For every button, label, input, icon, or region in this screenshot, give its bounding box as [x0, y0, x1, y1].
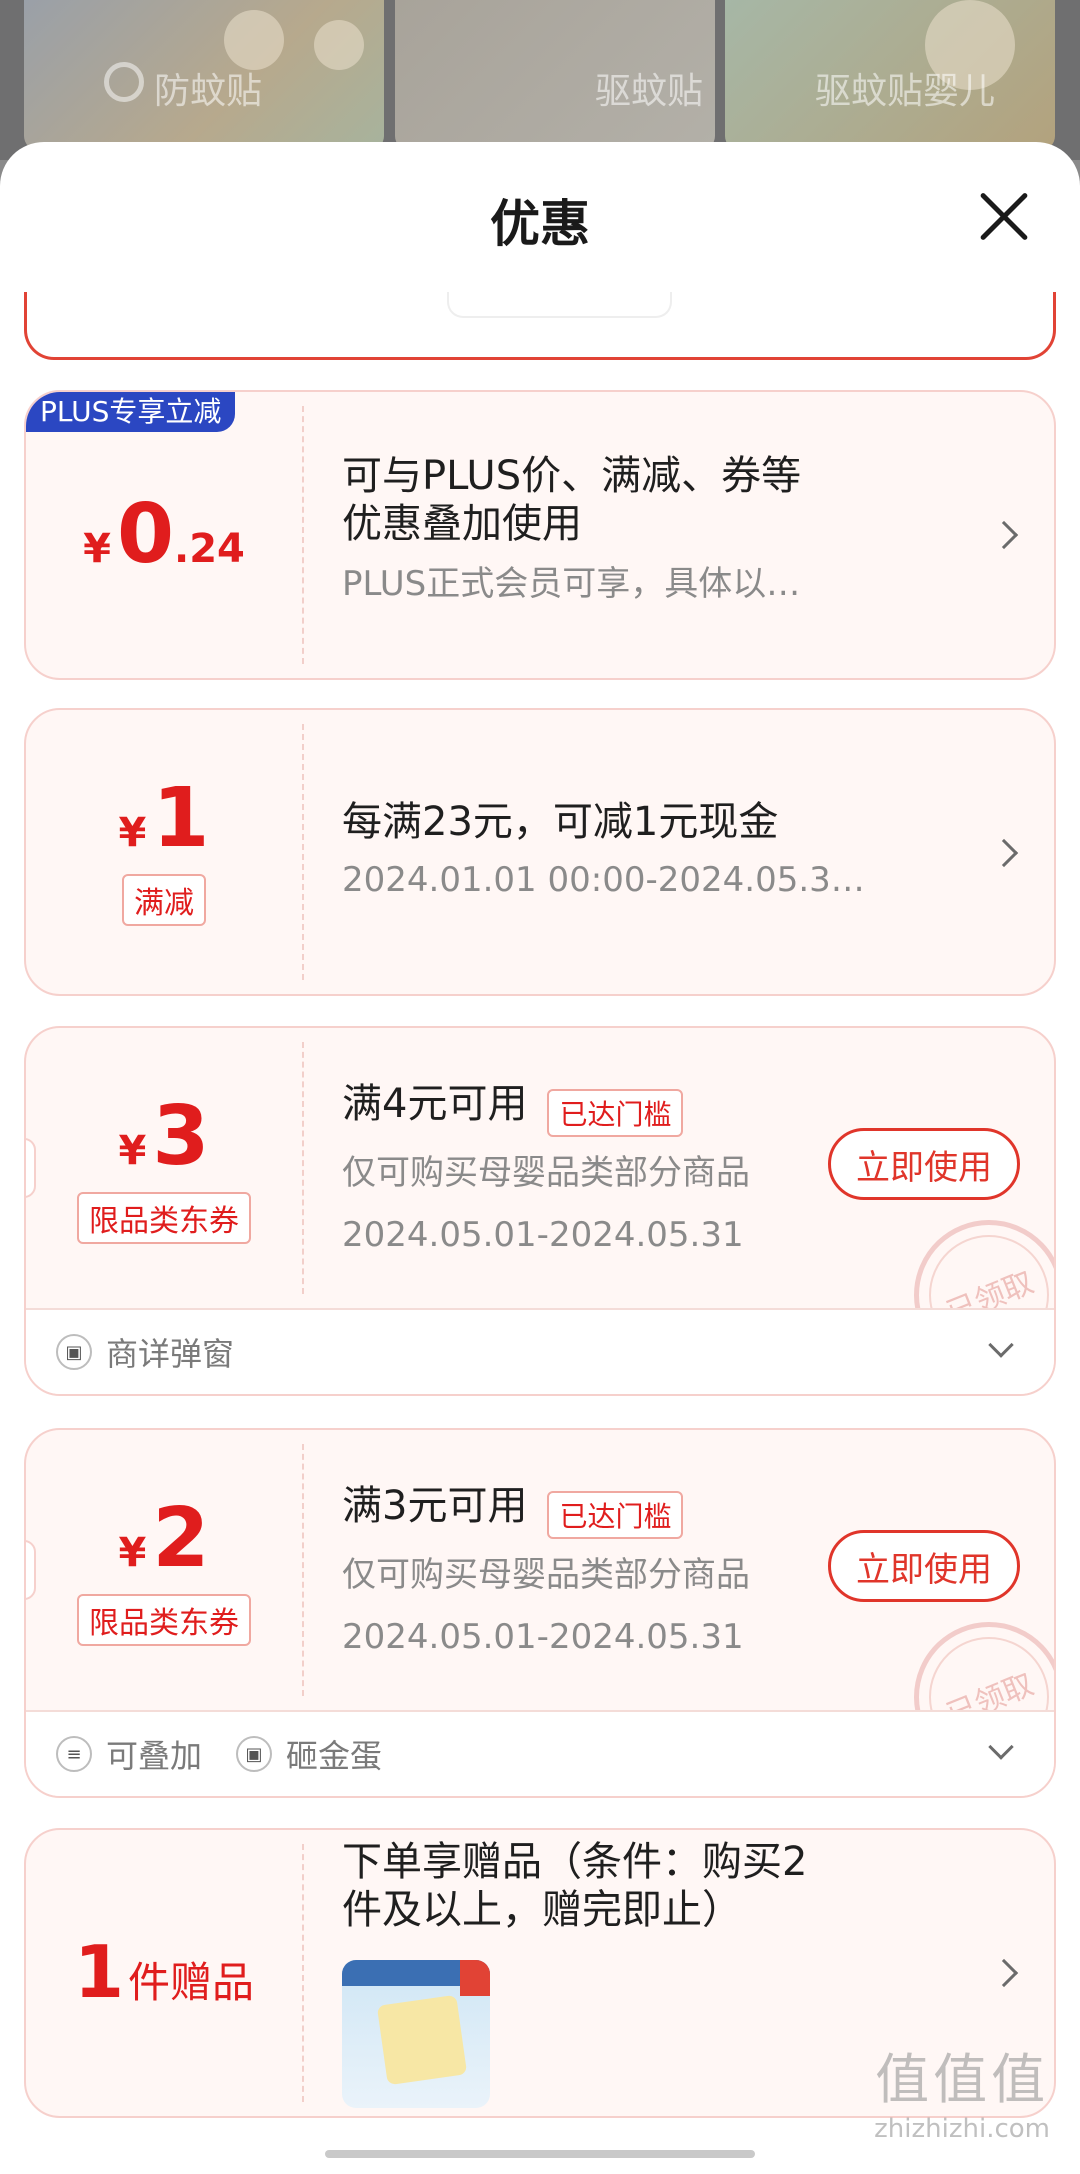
background-card-3: 驱蚊贴婴儿 [725, 0, 1055, 150]
coupon-title: 每满23元，可减1元现金 [342, 799, 779, 845]
coupon-amount: ¥ 1 满减 [26, 710, 302, 994]
price-integer: 0 [116, 487, 175, 582]
use-now-button[interactable]: 立即使用 [828, 1128, 1020, 1200]
use-now-button[interactable]: 立即使用 [828, 1530, 1020, 1602]
stackable-icon: ≡ [56, 1736, 92, 1772]
price: ¥ 2 [119, 1498, 210, 1580]
background-label: 防蚊贴 [154, 71, 263, 112]
home-indicator[interactable] [325, 2150, 755, 2158]
background-product-strip: 防蚊贴 驱蚊贴 驱蚊贴婴儿 [0, 0, 1080, 160]
coupon-title: 可与PLUS价、满减、券等 [342, 453, 802, 499]
golden-egg-icon: ▣ [236, 1736, 273, 1772]
price-integer: 1 [152, 771, 210, 866]
coupon-title: 优惠叠加使用 [342, 501, 582, 547]
price-integer: 2 [152, 1491, 210, 1586]
currency-symbol: ¥ [118, 810, 147, 856]
coupon-info: 可与PLUS价、满减、券等 优惠叠加使用 PLUS正式会员可享，具体以… [342, 392, 994, 678]
coupon-info: 每满23元，可减1元现金 2024.01.01 00:00-2024.05.3… [342, 710, 994, 994]
popup-icon: ▣ [56, 1334, 92, 1370]
price-integer: 3 [152, 1089, 210, 1184]
coupon-amount: ¥ 0 .24 [26, 392, 302, 678]
coupon-subtitle: PLUS正式会员可享，具体以… [342, 564, 801, 604]
dashed-divider [302, 1844, 304, 2102]
coupon-footer[interactable]: ▣ 商详弹窗 [26, 1308, 1054, 1394]
coupon-category-3: ¥ 3 限品类东券 满4元可用 已达门槛 仅可购买母婴品类部分商品 2024.05… [24, 1026, 1056, 1396]
gift-amount: 1 件赠品 [26, 1830, 302, 2116]
footer-label: 砸金蛋 [286, 1737, 383, 1775]
price: ¥ 1 [119, 778, 210, 860]
background-card-1: 防蚊贴 [24, 0, 384, 150]
background-card-2: 驱蚊贴 [395, 0, 715, 150]
sticker-icon [314, 20, 364, 70]
previous-card-tab [447, 292, 672, 318]
price: ¥ 3 [119, 1096, 210, 1178]
footer-item[interactable]: ≡ 可叠加 [56, 1731, 202, 1777]
gift-title: 件及以上，赠完即止） [342, 1887, 742, 1933]
discount-sheet: 优惠 PLUS专享立减 ¥ 0 .24 可与PLUS价、满减、券等 优惠叠加使用… [0, 142, 1080, 2174]
chevron-down-icon[interactable] [988, 1734, 1014, 1760]
chevron-right-icon[interactable] [989, 838, 1019, 868]
background-label: 驱蚊贴婴儿 [815, 71, 996, 112]
close-icon[interactable] [978, 190, 1030, 242]
chevron-right-icon[interactable] [989, 520, 1019, 550]
threshold-reached-badge: 已达门槛 [547, 1088, 684, 1137]
product-pack [376, 1994, 468, 2086]
price: ¥ 0 .24 [83, 494, 245, 576]
coupon-full-reduction[interactable]: ¥ 1 满减 每满23元，可减1元现金 2024.01.01 00:00-202… [24, 708, 1056, 996]
dashed-divider [302, 1042, 304, 1294]
dashed-divider [302, 724, 304, 980]
footer-label: 可叠加 [106, 1737, 203, 1775]
watermark: 值值值 zhizhizhi.com [874, 2035, 1050, 2144]
sheet-header: 优惠 [0, 142, 1080, 292]
footer-label: 商详弹窗 [106, 1335, 235, 1373]
threshold-reached-badge: 已达门槛 [547, 1490, 684, 1539]
gift-title: 下单享赠品（条件：购买2 [342, 1839, 808, 1885]
coupon-subtitle: 2024.01.01 00:00-2024.05.3… [342, 860, 865, 900]
watermark-url: zhizhizhi.com [874, 2114, 1050, 2144]
chevron-down-icon[interactable] [988, 1332, 1014, 1358]
dashed-divider [302, 406, 304, 664]
gift-unit: 件赠品 [128, 1958, 255, 2007]
coupon-type-tag: 限品类东券 [77, 1192, 251, 1244]
sticker-icon [224, 10, 284, 70]
dashed-divider [302, 1444, 304, 1696]
currency-symbol: ¥ [83, 526, 111, 572]
footer-item[interactable]: ▣ 砸金蛋 [236, 1731, 382, 1777]
coupon-amount: ¥ 2 限品类东券 [26, 1430, 302, 1714]
coupon-type-tag: 限品类东券 [77, 1594, 251, 1646]
coupon-threshold: 满3元可用 [342, 1483, 528, 1529]
search-icon [104, 62, 144, 102]
coupon-validity: 2024.05.01-2024.05.31 [342, 1214, 744, 1255]
sheet-title: 优惠 [490, 195, 590, 253]
product-corner-badge [460, 1960, 490, 1996]
currency-symbol: ¥ [118, 1530, 147, 1576]
background-label: 驱蚊贴 [595, 71, 704, 112]
coupon-category-2: ¥ 2 限品类东券 满3元可用 已达门槛 仅可购买母婴品类部分商品 2024.05… [24, 1428, 1056, 1798]
price-decimal: .24 [174, 526, 245, 572]
chevron-right-icon[interactable] [989, 1958, 1019, 1988]
gift-count: 1 件赠品 [74, 1936, 254, 2010]
gift-product-image[interactable] [342, 1960, 490, 2108]
coupon-amount: ¥ 3 限品类东券 [26, 1028, 302, 1312]
coupon-threshold: 满4元可用 [342, 1081, 528, 1127]
footer-item[interactable]: ▣ 商详弹窗 [56, 1329, 234, 1375]
watermark-logo: 值值值 [875, 2048, 1050, 2111]
previous-card-edge [24, 292, 1056, 360]
gift-count-number: 1 [73, 1930, 125, 2014]
coupon-type-tag: 满减 [122, 874, 206, 926]
coupon-footer[interactable]: ≡ 可叠加 ▣ 砸金蛋 [26, 1710, 1054, 1796]
coupon-plus[interactable]: PLUS专享立减 ¥ 0 .24 可与PLUS价、满减、券等 优惠叠加使用 PL… [24, 390, 1056, 680]
coupon-validity: 2024.05.01-2024.05.31 [342, 1616, 744, 1657]
currency-symbol: ¥ [118, 1128, 147, 1174]
